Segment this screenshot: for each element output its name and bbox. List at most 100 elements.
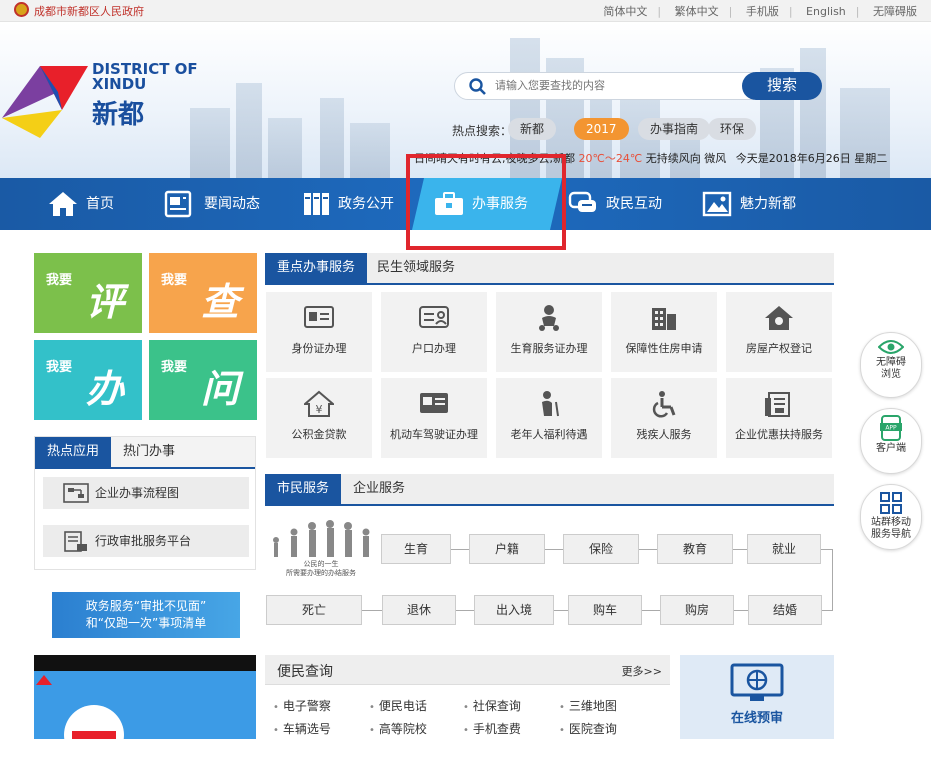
tile-ask[interactable]: 我要 问 xyxy=(149,340,257,420)
query-item[interactable]: 车辆选号 xyxy=(273,720,331,737)
life-step-education[interactable]: 教育 xyxy=(657,534,733,564)
life-caption-line: 所需要办理的办结服务 xyxy=(286,569,356,577)
side-label: 服务导航 xyxy=(871,529,911,540)
link-mobile[interactable]: 手机版 xyxy=(746,5,779,18)
life-caption: 公民的一生 所需要办理的办结服务 xyxy=(266,560,376,578)
hot-tag-xindu[interactable]: 新都 xyxy=(508,118,557,140)
service-card-hukou[interactable]: 户口办理 xyxy=(381,292,487,372)
link-accessible[interactable]: 无障碍版 xyxy=(873,5,917,18)
service-label: 房屋产权登记 xyxy=(746,342,812,355)
service-card-birth[interactable]: 生育服务证办理 xyxy=(496,292,602,372)
tile-handle[interactable]: 我要 办 xyxy=(34,340,142,420)
monitor-globe-icon xyxy=(730,663,784,701)
link-simplified[interactable]: 简体中文 xyxy=(603,5,647,18)
nav-services[interactable]: 办事服务 xyxy=(412,178,562,230)
weather-temp: 20℃～24℃ xyxy=(578,152,643,165)
life-step-birth[interactable]: 生育 xyxy=(381,534,451,564)
link-traditional[interactable]: 繁体中文 xyxy=(675,5,719,18)
side-accessible[interactable]: 无障碍 浏览 xyxy=(860,332,922,398)
hot-tag-2017[interactable]: 2017 xyxy=(574,118,629,140)
header: DISTRICT OF XINDU 新都 搜索 热点搜索： 新都 2017 办事… xyxy=(0,22,931,178)
life-step-hukou[interactable]: 户籍 xyxy=(469,534,545,564)
side-app[interactable]: APP 客户端 xyxy=(860,408,922,474)
side-label: 无障碍 xyxy=(876,357,906,368)
search-input[interactable] xyxy=(495,77,735,95)
service-card-elderly[interactable]: 老年人福利待遇 xyxy=(496,378,602,458)
app-enterprise-flow[interactable]: 企业办事流程图 xyxy=(43,477,249,509)
service-card-disabled[interactable]: 残疾人服务 xyxy=(611,378,717,458)
gov-name[interactable]: 成都市新都区人民政府 xyxy=(34,3,144,19)
life-step-death[interactable]: 死亡 xyxy=(266,595,362,625)
convenience-query: 便民查询 更多>> 电子警察 便民电话 社保查询 三维地图 车辆选号 高等院校 … xyxy=(265,655,670,739)
elderly-icon xyxy=(542,391,559,417)
skyline-building xyxy=(350,123,390,178)
tile-handle-big: 办 xyxy=(86,366,125,411)
tab-hot-affairs[interactable]: 热门办事 xyxy=(111,437,187,467)
logo-english-text: DISTRICT OF XINDU xyxy=(92,60,198,93)
chat-icon xyxy=(568,191,596,212)
service-label: 公积金贷款 xyxy=(291,428,347,441)
side-mobile-nav[interactable]: 站群移动 服务导航 xyxy=(860,484,922,550)
query-title: 便民查询 xyxy=(277,664,333,680)
query-more-link[interactable]: 更多>> xyxy=(622,663,662,679)
service-label: 户口办理 xyxy=(412,342,456,355)
top-bar: 成都市新都区人民政府 简体中文 | 繁体中文 | 手机版 | English | 无障碍… xyxy=(0,0,931,22)
life-step-retire[interactable]: 退休 xyxy=(382,595,456,625)
tile-evaluate[interactable]: 我要 评 xyxy=(34,253,142,333)
skyline-building xyxy=(268,118,302,178)
online-prereview[interactable]: 在线预审 xyxy=(680,655,834,739)
tab-key-services[interactable]: 重点办事服务 xyxy=(265,253,368,283)
today-date: 今天是2018年6月26日 星期二 xyxy=(735,152,888,165)
service-card-driving[interactable]: 机动车驾驶证办理 xyxy=(381,378,487,458)
life-step-buy-house[interactable]: 购房 xyxy=(660,595,734,625)
query-item[interactable]: 医院查询 xyxy=(559,720,617,737)
top-links: 简体中文 | 繁体中文 | 手机版 | English | 无障碍版 xyxy=(593,3,917,19)
life-step-marriage[interactable]: 结婚 xyxy=(748,595,822,625)
tile-check[interactable]: 我要 查 xyxy=(149,253,257,333)
hot-tag-environment[interactable]: 环保 xyxy=(708,118,757,140)
approval-banner[interactable]: 政务服务“审批不见面” 和“仅跑一次”事项清单 xyxy=(52,592,240,638)
video-figure-band xyxy=(72,731,116,739)
banner-line: 和“仅跑一次”事项清单 xyxy=(85,616,207,630)
life-step-travel[interactable]: 出入境 xyxy=(474,595,554,625)
tab-enterprise[interactable]: 企业服务 xyxy=(341,474,417,504)
nav-interaction[interactable]: 政民互动 xyxy=(568,178,662,230)
tab-hot-apps[interactable]: 热点应用 xyxy=(35,437,112,467)
link-english[interactable]: English xyxy=(806,5,846,18)
newspaper-icon xyxy=(164,190,192,218)
district-logo-icon[interactable] xyxy=(0,60,90,140)
service-label: 保障性住房申请 xyxy=(625,342,703,355)
tile-ask-small: 我要 xyxy=(161,360,188,375)
video-panel[interactable] xyxy=(34,655,256,765)
nav-news[interactable]: 要闻动态 xyxy=(164,178,260,230)
query-item[interactable]: 电子警察 xyxy=(273,697,331,714)
service-card-id[interactable]: 身份证办理 xyxy=(266,292,372,372)
tab-livelihood[interactable]: 民生领域服务 xyxy=(365,253,467,283)
service-card-housing[interactable]: 保障性住房申请 xyxy=(611,292,717,372)
life-step-employment[interactable]: 就业 xyxy=(747,534,821,564)
query-item[interactable]: 高等院校 xyxy=(369,720,427,737)
search-button[interactable]: 搜索 xyxy=(742,72,822,100)
hot-tag-guide[interactable]: 办事指南 xyxy=(638,118,711,140)
service-card-property[interactable]: 房屋产权登记 xyxy=(726,292,832,372)
life-step-insurance[interactable]: 保险 xyxy=(563,534,639,564)
nav-gov-open[interactable]: 政务公开 xyxy=(302,178,394,230)
nav-charm[interactable]: 魅力新都 xyxy=(702,178,796,230)
app-approval-platform[interactable]: 行政审批服务平台 xyxy=(43,525,249,557)
query-item[interactable]: 手机查费 xyxy=(463,720,521,737)
service-card-fund[interactable]: ¥ 公积金贷款 xyxy=(266,378,372,458)
query-item[interactable]: 社保查询 xyxy=(463,697,521,714)
national-emblem-icon xyxy=(14,2,29,17)
query-item[interactable]: 便民电话 xyxy=(369,697,427,714)
weather-wind: 无持续风向 微风 xyxy=(645,152,727,165)
query-header: 便民查询 更多>> xyxy=(265,655,670,685)
service-card-enterprise[interactable]: 企业优惠扶持服务 xyxy=(726,378,832,458)
nav-home[interactable]: 首页 xyxy=(48,178,114,230)
hot-apps-tabs: 热点应用 热门办事 xyxy=(35,437,255,469)
id-card-icon xyxy=(304,306,334,328)
home-icon xyxy=(49,192,77,216)
tab-citizen[interactable]: 市民服务 xyxy=(265,474,342,504)
hot-search-label: 热点搜索： xyxy=(452,124,513,138)
query-item[interactable]: 三维地图 xyxy=(559,697,617,714)
life-step-buy-car[interactable]: 购车 xyxy=(568,595,642,625)
